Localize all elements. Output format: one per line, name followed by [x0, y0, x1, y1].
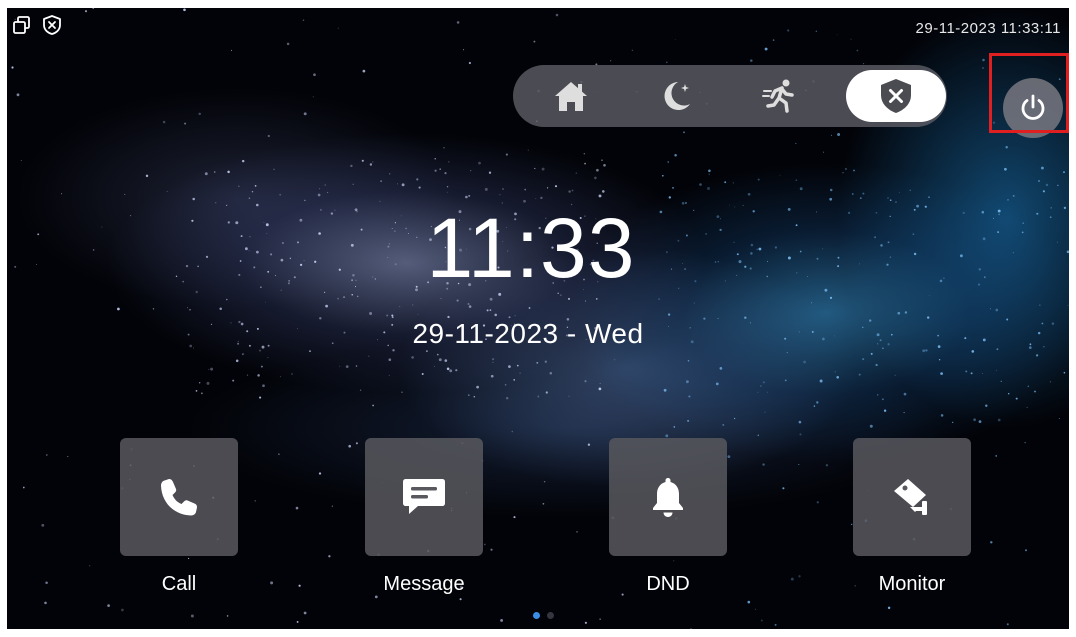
message-icon: [403, 479, 445, 514]
page-dot-active[interactable]: [533, 612, 540, 619]
message-button[interactable]: [365, 438, 483, 556]
power-button[interactable]: [1003, 78, 1063, 138]
mode-home-button[interactable]: [548, 73, 594, 119]
call-label: Call: [161, 573, 197, 595]
monitor-label: Monitor: [878, 573, 946, 595]
app-dnd[interactable]: DND: [609, 438, 729, 608]
window-restore-icon[interactable]: [11, 14, 33, 36]
page-indicator: [533, 612, 554, 619]
shield-x-icon: [881, 79, 911, 113]
message-label: Message: [383, 573, 465, 595]
mode-away-button[interactable]: [758, 73, 804, 119]
mode-disarmed-button[interactable]: [846, 70, 946, 122]
moon-icon: [664, 82, 690, 110]
dnd-button[interactable]: [609, 438, 727, 556]
clock-date: 29-11-2023 - Wed: [412, 318, 644, 349]
call-button[interactable]: [120, 438, 238, 556]
home-screen: 29-11-2023 11:33:11 11:33 29-11-2023 - W…: [7, 8, 1069, 629]
security-mode-bar: [513, 65, 947, 127]
app-call[interactable]: Call: [120, 438, 240, 608]
monitor-button[interactable]: [853, 438, 971, 556]
status-datetime: 29-11-2023 11:33:11: [915, 20, 1061, 37]
clock-time: 11:33: [426, 201, 636, 295]
dnd-label: DND: [646, 573, 690, 595]
camera-icon: [894, 479, 927, 515]
running-person-icon: [762, 79, 794, 113]
mode-night-button[interactable]: [653, 73, 699, 119]
shield-x-icon: [41, 14, 63, 36]
page-dot[interactable]: [547, 612, 554, 619]
home-icon: [555, 82, 587, 111]
app-monitor[interactable]: Monitor: [853, 438, 973, 608]
app-message[interactable]: Message: [365, 438, 485, 608]
phone-icon: [161, 479, 197, 516]
bell-icon: [653, 478, 683, 517]
power-icon: [1021, 94, 1045, 120]
